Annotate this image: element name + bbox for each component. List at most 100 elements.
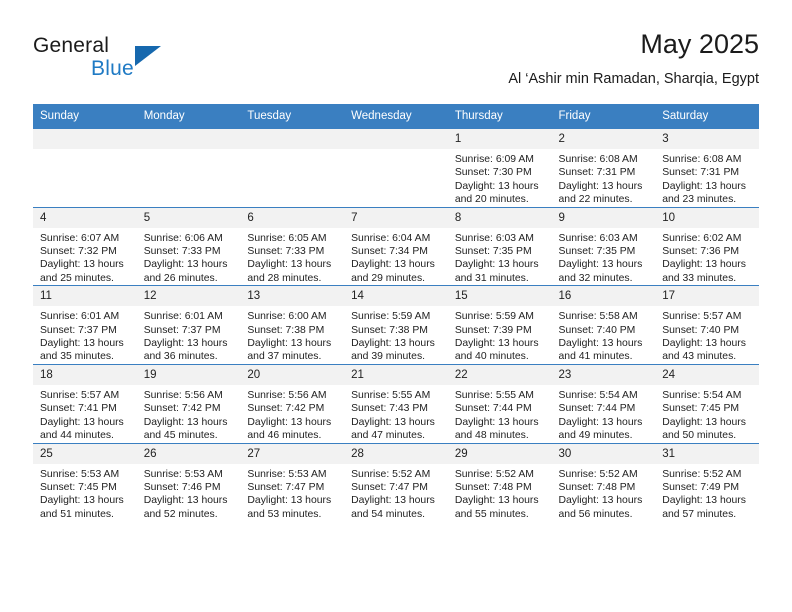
calendar-day-cell[interactable]: 5 Sunrise: 6:06 AM Sunset: 7:33 PM Daylight…: [136, 206, 241, 286]
day-daylight-text: Daylight: 13 hours: [247, 338, 332, 350]
day-number: 22: [447, 364, 552, 385]
calendar-day-cell[interactable]: 3 Sunrise: 6:08 AM Sunset: 7:31 PM Daylight…: [655, 128, 759, 208]
day-sunset-text: Sunset: 7:47 PM: [351, 481, 428, 493]
day-daylight-text: and 37 minutes.: [247, 351, 322, 363]
day-daylight-text: and 33 minutes.: [662, 272, 737, 284]
calendar-day-cell[interactable]: 17 Sunrise: 5:57 AM Sunset: 7:40 PM Dayligh…: [655, 285, 759, 365]
calendar-day-cell[interactable]: 6 Sunrise: 6:05 AM Sunset: 7:33 PM Daylight…: [240, 206, 345, 286]
calendar-day-cell[interactable]: 8 Sunrise: 6:03 AM Sunset: 7:35 PM Daylight…: [447, 206, 552, 286]
day-sunrise-text: Sunrise: 6:07 AM: [40, 232, 120, 244]
day-daylight-text: Daylight: 13 hours: [662, 259, 746, 271]
day-sunset-text: Sunset: 7:35 PM: [558, 246, 636, 258]
day-daylight-text: Daylight: 13 hours: [454, 259, 539, 271]
calendar-day-cell[interactable]: 12 Sunrise: 6:01 AM Sunset: 7:37 PM Dayligh…: [136, 285, 241, 365]
calendar-day-cell[interactable]: 18 Sunrise: 5:57 AM Sunset: 7:41 PM Dayligh…: [33, 363, 137, 443]
calendar-day-cell[interactable]: 11 Sunrise: 6:01 AM Sunset: 7:37 PM Dayligh…: [33, 285, 137, 365]
day-daylight-text: and 53 minutes.: [247, 508, 322, 520]
day-number: 13: [240, 286, 345, 307]
calendar-day-cell[interactable]: 13 Sunrise: 6:00 AM Sunset: 7:38 PM Dayligh…: [240, 285, 345, 365]
calendar-day-cell[interactable]: 14 Sunrise: 5:59 AM Sunset: 7:38 PM Dayligh…: [344, 285, 448, 365]
day-number: 29: [447, 443, 552, 464]
day-daylight-text: Daylight: 13 hours: [247, 416, 332, 428]
calendar-day-cell[interactable]: 29 Sunrise: 5:52 AM Sunset: 7:48 PM Dayligh…: [447, 442, 552, 522]
day-number: 3: [655, 129, 759, 149]
day-daylight-text: and 47 minutes.: [351, 430, 426, 442]
calendar-day-cell[interactable]: 21 Sunrise: 5:55 AM Sunset: 7:43 PM Dayligh…: [344, 363, 448, 443]
calendar-day-cell[interactable]: 26 Sunrise: 5:53 AM Sunset: 7:46 PM Dayligh…: [136, 442, 241, 522]
day-number: 19: [136, 364, 241, 385]
day-daylight-text: and 55 minutes.: [454, 508, 529, 520]
day-sunset-text: Sunset: 7:37 PM: [40, 324, 117, 336]
day-sunrise-text: Sunrise: 6:01 AM: [143, 311, 223, 323]
day-number: 1: [447, 129, 552, 149]
day-number: 27: [240, 443, 345, 464]
day-sunset-text: Sunset: 7:40 PM: [662, 324, 740, 336]
day-details: Sunrise: 6:03 AM Sunset: 7:35 PM Daylight:…: [552, 228, 656, 286]
day-daylight-text: Daylight: 13 hours: [558, 338, 643, 350]
day-daylight-text: Daylight: 13 hours: [40, 338, 124, 350]
weekday-header-sunday: Sunday: [33, 104, 137, 129]
brand-name-blue: Blue: [91, 57, 134, 80]
day-sunrise-text: Sunrise: 6:08 AM: [558, 154, 638, 165]
day-number: 18: [33, 364, 137, 385]
day-number: 12: [136, 286, 241, 307]
day-daylight-text: Daylight: 13 hours: [40, 259, 124, 271]
day-sunset-text: Sunset: 7:39 PM: [454, 324, 532, 336]
calendar-day-cell[interactable]: 7 Sunrise: 6:04 AM Sunset: 7:34 PM Daylight…: [344, 206, 448, 286]
calendar-day-cell: [344, 128, 448, 208]
day-daylight-text: and 56 minutes.: [558, 508, 633, 520]
calendar-day-cell[interactable]: 23 Sunrise: 5:54 AM Sunset: 7:44 PM Dayligh…: [551, 363, 656, 443]
day-sunset-text: Sunset: 7:34 PM: [351, 246, 428, 258]
calendar-day-cell: [33, 128, 137, 208]
day-daylight-text: Daylight: 13 hours: [662, 180, 746, 192]
day-sunrise-text: Sunrise: 5:56 AM: [143, 389, 223, 401]
weekday-header-saturday: Saturday: [655, 104, 759, 129]
calendar-day-cell[interactable]: 1 Sunrise: 6:09 AM Sunset: 7:30 PM Daylight…: [447, 128, 552, 208]
day-details: Sunrise: 6:09 AM Sunset: 7:30 PM Daylight:…: [448, 149, 552, 207]
day-sunset-text: Sunset: 7:33 PM: [247, 246, 325, 258]
calendar-day-cell[interactable]: 19 Sunrise: 5:56 AM Sunset: 7:42 PM Dayligh…: [136, 363, 241, 443]
weekday-header-monday: Monday: [136, 104, 241, 129]
day-number: 11: [33, 286, 137, 307]
weekday-header-friday: Friday: [551, 104, 656, 129]
calendar-day-cell[interactable]: 2 Sunrise: 6:08 AM Sunset: 7:31 PM Daylight…: [551, 128, 656, 208]
day-details: Sunrise: 6:01 AM Sunset: 7:37 PM Daylight:…: [33, 306, 137, 364]
calendar-day-cell[interactable]: 16 Sunrise: 5:58 AM Sunset: 7:40 PM Dayligh…: [551, 285, 656, 365]
day-daylight-text: and 25 minutes.: [40, 272, 114, 284]
calendar-day-cell[interactable]: 15 Sunrise: 5:59 AM Sunset: 7:39 PM Dayligh…: [447, 285, 552, 365]
calendar-day-cell[interactable]: 30 Sunrise: 5:52 AM Sunset: 7:48 PM Dayligh…: [551, 442, 656, 522]
day-number: 6: [240, 207, 345, 228]
calendar-day-cell[interactable]: 27 Sunrise: 5:53 AM Sunset: 7:47 PM Dayligh…: [240, 442, 345, 522]
day-sunset-text: Sunset: 7:48 PM: [558, 481, 636, 493]
weekday-header-thursday: Thursday: [447, 104, 552, 129]
day-sunrise-text: Sunrise: 5:55 AM: [351, 389, 431, 401]
day-sunrise-text: Sunrise: 5:54 AM: [662, 389, 742, 401]
weekday-header-row: Sunday Monday Tuesday Wednesday Thursday…: [33, 104, 759, 129]
calendar-day-cell[interactable]: 24 Sunrise: 5:54 AM Sunset: 7:45 PM Dayligh…: [655, 363, 759, 443]
day-details: Sunrise: 5:54 AM Sunset: 7:45 PM Daylight:…: [655, 385, 759, 443]
calendar-day-cell[interactable]: 9 Sunrise: 6:03 AM Sunset: 7:35 PM Daylight…: [551, 206, 656, 286]
calendar-day-cell[interactable]: 10 Sunrise: 6:02 AM Sunset: 7:36 PM Dayligh…: [655, 206, 759, 286]
day-daylight-text: Daylight: 13 hours: [454, 180, 539, 192]
calendar-day-cell[interactable]: 22 Sunrise: 5:55 AM Sunset: 7:44 PM Dayligh…: [447, 363, 552, 443]
day-daylight-text: and 41 minutes.: [558, 351, 633, 363]
day-details: Sunrise: 5:59 AM Sunset: 7:39 PM Daylight:…: [448, 306, 552, 364]
day-daylight-text: and 48 minutes.: [454, 430, 529, 442]
day-number: [240, 129, 345, 149]
calendar-day-cell[interactable]: 25 Sunrise: 5:53 AM Sunset: 7:45 PM Dayligh…: [33, 442, 137, 522]
day-sunset-text: Sunset: 7:45 PM: [40, 481, 117, 493]
brand-logo[interactable]: General Blue: [33, 34, 243, 92]
day-details: Sunrise: 5:54 AM Sunset: 7:44 PM Daylight:…: [552, 385, 656, 443]
calendar-day-cell[interactable]: 28 Sunrise: 5:52 AM Sunset: 7:47 PM Dayligh…: [344, 442, 448, 522]
day-daylight-text: Daylight: 13 hours: [558, 495, 643, 507]
day-sunrise-text: Sunrise: 5:52 AM: [662, 468, 742, 480]
day-sunrise-text: Sunrise: 6:04 AM: [351, 232, 431, 244]
calendar-day-cell[interactable]: 31 Sunrise: 5:52 AM Sunset: 7:49 PM Dayligh…: [655, 442, 759, 522]
day-sunset-text: Sunset: 7:37 PM: [143, 324, 221, 336]
calendar-day-cell[interactable]: 20 Sunrise: 5:56 AM Sunset: 7:42 PM Dayligh…: [240, 363, 345, 443]
day-daylight-text: Daylight: 13 hours: [351, 495, 435, 507]
day-number: 8: [447, 207, 552, 228]
day-sunset-text: Sunset: 7:41 PM: [40, 403, 117, 415]
calendar-day-cell[interactable]: 4 Sunrise: 6:07 AM Sunset: 7:32 PM Daylight…: [33, 206, 137, 286]
day-daylight-text: and 26 minutes.: [143, 272, 218, 284]
